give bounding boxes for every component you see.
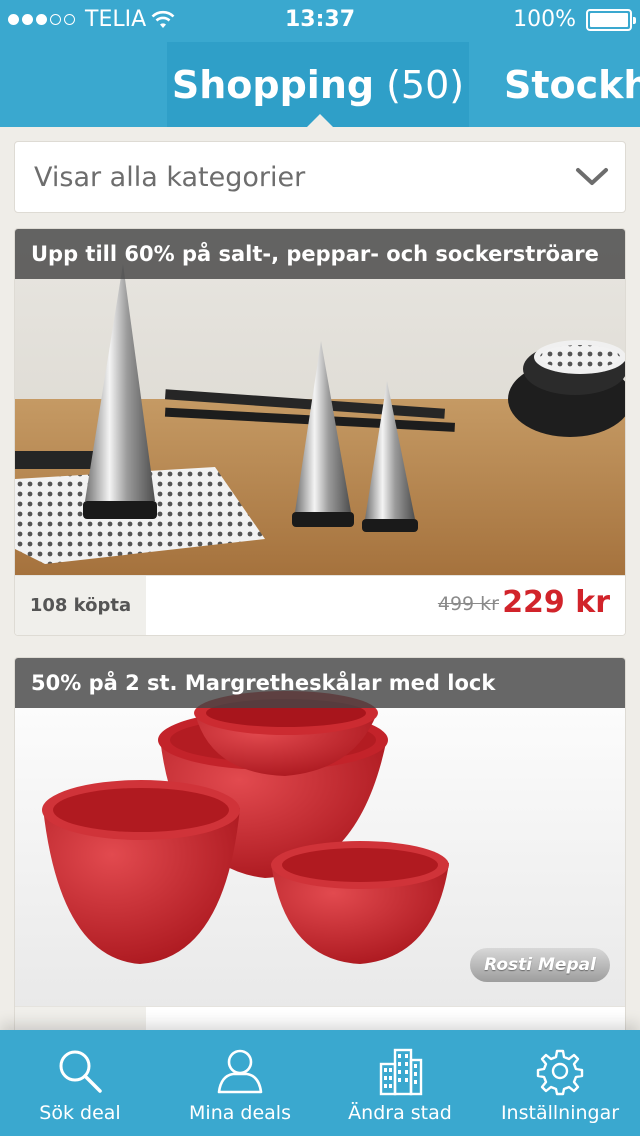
tab-search-deal[interactable]: Sök deal xyxy=(0,1030,160,1136)
tab-settings[interactable]: Inställningar xyxy=(480,1030,640,1136)
battery-percent: 100% xyxy=(513,7,576,32)
brand-logo: Rosti Mepal xyxy=(470,948,610,982)
tab-shopping-count: (50) xyxy=(386,62,465,107)
deal-title: Upp till 60% på salt-, peppar- och socke… xyxy=(15,229,625,279)
search-icon xyxy=(59,1050,102,1093)
app-header: TELIA 13:37 100% Shopping (50) Stockholm xyxy=(0,0,640,127)
tab-change-city-label: Ändra stad xyxy=(348,1102,452,1124)
bottom-tab-bar: Sök deal Mina deals Ändra stad Inställni… xyxy=(0,1030,640,1136)
deal-card[interactable]: Rosti Mepal 50% på 2 st. Margretheskålar… xyxy=(14,657,626,1077)
deal-image-bowls: Rosti Mepal xyxy=(15,658,625,1006)
status-right: 100% xyxy=(513,7,636,32)
deal-image-shakers xyxy=(15,229,625,575)
tab-search-deal-label: Sök deal xyxy=(39,1102,121,1124)
tab-my-deals[interactable]: Mina deals xyxy=(160,1030,320,1136)
tab-stockholm[interactable]: Stockholm xyxy=(504,42,640,127)
deal-title: 50% på 2 st. Margretheskålar med lock xyxy=(15,658,625,708)
active-tab-pointer xyxy=(307,114,333,127)
status-bar: TELIA 13:37 100% xyxy=(0,0,640,42)
bought-count: 108 köpta xyxy=(15,576,146,635)
tab-shopping-title: Shopping xyxy=(171,62,375,107)
tab-settings-label: Inställningar xyxy=(500,1102,620,1124)
user-icon xyxy=(217,1049,263,1094)
battery-icon xyxy=(586,8,636,31)
deal-price: 229 kr xyxy=(502,585,610,620)
chevron-down-icon xyxy=(576,168,608,185)
gear-icon xyxy=(536,1049,584,1096)
category-dropdown-value: Visar alla kategorier xyxy=(34,161,306,193)
category-dropdown[interactable]: Visar alla kategorier xyxy=(14,141,626,213)
city-icon xyxy=(379,1048,423,1096)
tab-my-deals-label: Mina deals xyxy=(189,1102,291,1124)
deal-card[interactable]: Upp till 60% på salt-, peppar- och socke… xyxy=(14,228,626,636)
original-price: 499 kr xyxy=(437,593,499,615)
deal-footer: 108 köpta 499 kr 229 kr xyxy=(15,575,625,635)
tab-change-city[interactable]: Ändra stad xyxy=(320,1030,480,1136)
